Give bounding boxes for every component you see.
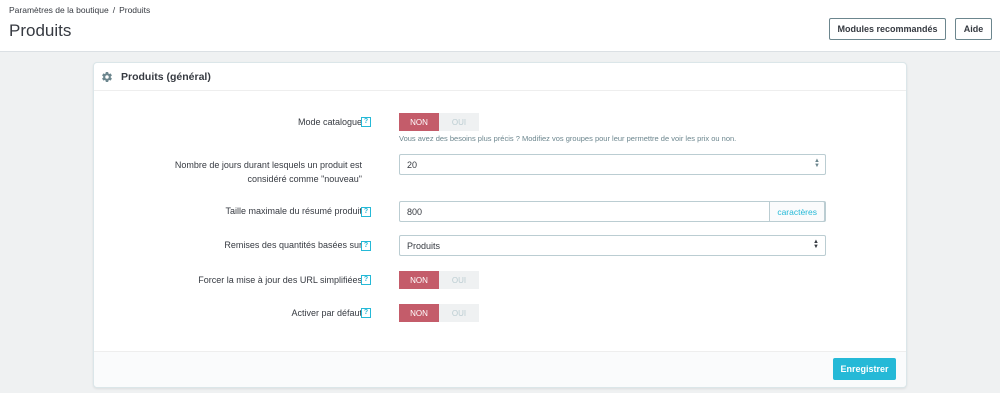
help-icon[interactable]: ? bbox=[361, 241, 371, 251]
help-icon[interactable]: ? bbox=[361, 275, 371, 285]
catalog-mode-switch[interactable]: NON OUI bbox=[399, 113, 479, 131]
qty-discounts-select[interactable]: Produits ▲ ▼ bbox=[399, 235, 826, 256]
active-default-switch[interactable]: NON OUI bbox=[399, 304, 479, 322]
force-url-yes[interactable]: OUI bbox=[439, 271, 479, 289]
recommended-modules-button[interactable]: Modules recommandés bbox=[829, 18, 946, 40]
new-days-label-line2: considéré comme "nouveau" bbox=[247, 174, 362, 184]
breadcrumb-separator: / bbox=[112, 5, 116, 15]
page-header: Paramètres de la boutique / Produits Pro… bbox=[0, 0, 1000, 52]
new-days-value: 20 bbox=[407, 159, 418, 170]
save-button[interactable]: Enregistrer bbox=[833, 358, 896, 380]
panel-title: Produits (général) bbox=[121, 70, 211, 83]
gear-icon bbox=[102, 71, 112, 82]
help-icon[interactable]: ? bbox=[361, 117, 371, 127]
help-icon[interactable]: ? bbox=[361, 207, 371, 217]
force-url-label: Forcer la mise à jour des URL simplifiée… bbox=[198, 275, 362, 285]
help-icon[interactable]: ? bbox=[361, 308, 371, 318]
summary-max-suffix: caractères bbox=[769, 201, 825, 222]
catalog-mode-label: Mode catalogue bbox=[297, 117, 362, 127]
qty-discounts-value: Produits bbox=[407, 240, 441, 251]
force-url-switch[interactable]: NON OUI bbox=[399, 271, 479, 289]
products-general-panel: Produits (général) Mode catalogue ? NON … bbox=[93, 62, 907, 388]
select-caret-icon: ▲ ▼ bbox=[813, 239, 819, 250]
force-url-no[interactable]: NON bbox=[399, 271, 439, 289]
qty-discounts-label: Remises des quantités basées sur bbox=[224, 240, 362, 250]
active-default-no[interactable]: NON bbox=[399, 304, 439, 322]
new-days-label-line1: Nombre de jours durant lesquels un produ… bbox=[174, 160, 362, 170]
help-button[interactable]: Aide bbox=[955, 18, 992, 40]
new-days-input[interactable]: 20 ▲ ▼ bbox=[399, 154, 826, 175]
catalog-mode-yes[interactable]: OUI bbox=[439, 113, 479, 131]
breadcrumb: Paramètres de la boutique / Produits bbox=[9, 5, 150, 15]
page-title: Produits bbox=[9, 21, 72, 40]
active-default-yes[interactable]: OUI bbox=[439, 304, 479, 322]
summary-max-label: Taille maximale du résumé produit bbox=[225, 206, 362, 216]
summary-max-input[interactable]: 800 caractères bbox=[399, 201, 826, 222]
summary-max-value: 800 bbox=[407, 206, 423, 217]
active-default-label: Activer par défaut bbox=[291, 308, 362, 318]
panel-footer: Enregistrer bbox=[94, 351, 906, 387]
catalog-mode-hint: Vous avez des besoins plus précis ? Modi… bbox=[399, 134, 737, 143]
catalog-mode-no[interactable]: NON bbox=[399, 113, 439, 131]
breadcrumb-parent[interactable]: Paramètres de la boutique bbox=[9, 5, 109, 15]
spinner-arrows-icon[interactable]: ▲ ▼ bbox=[814, 158, 820, 169]
new-days-label: Nombre de jours durant lesquels un produ… bbox=[175, 158, 362, 186]
breadcrumb-current: Produits bbox=[119, 5, 151, 15]
panel-heading: Produits (général) bbox=[94, 63, 906, 91]
